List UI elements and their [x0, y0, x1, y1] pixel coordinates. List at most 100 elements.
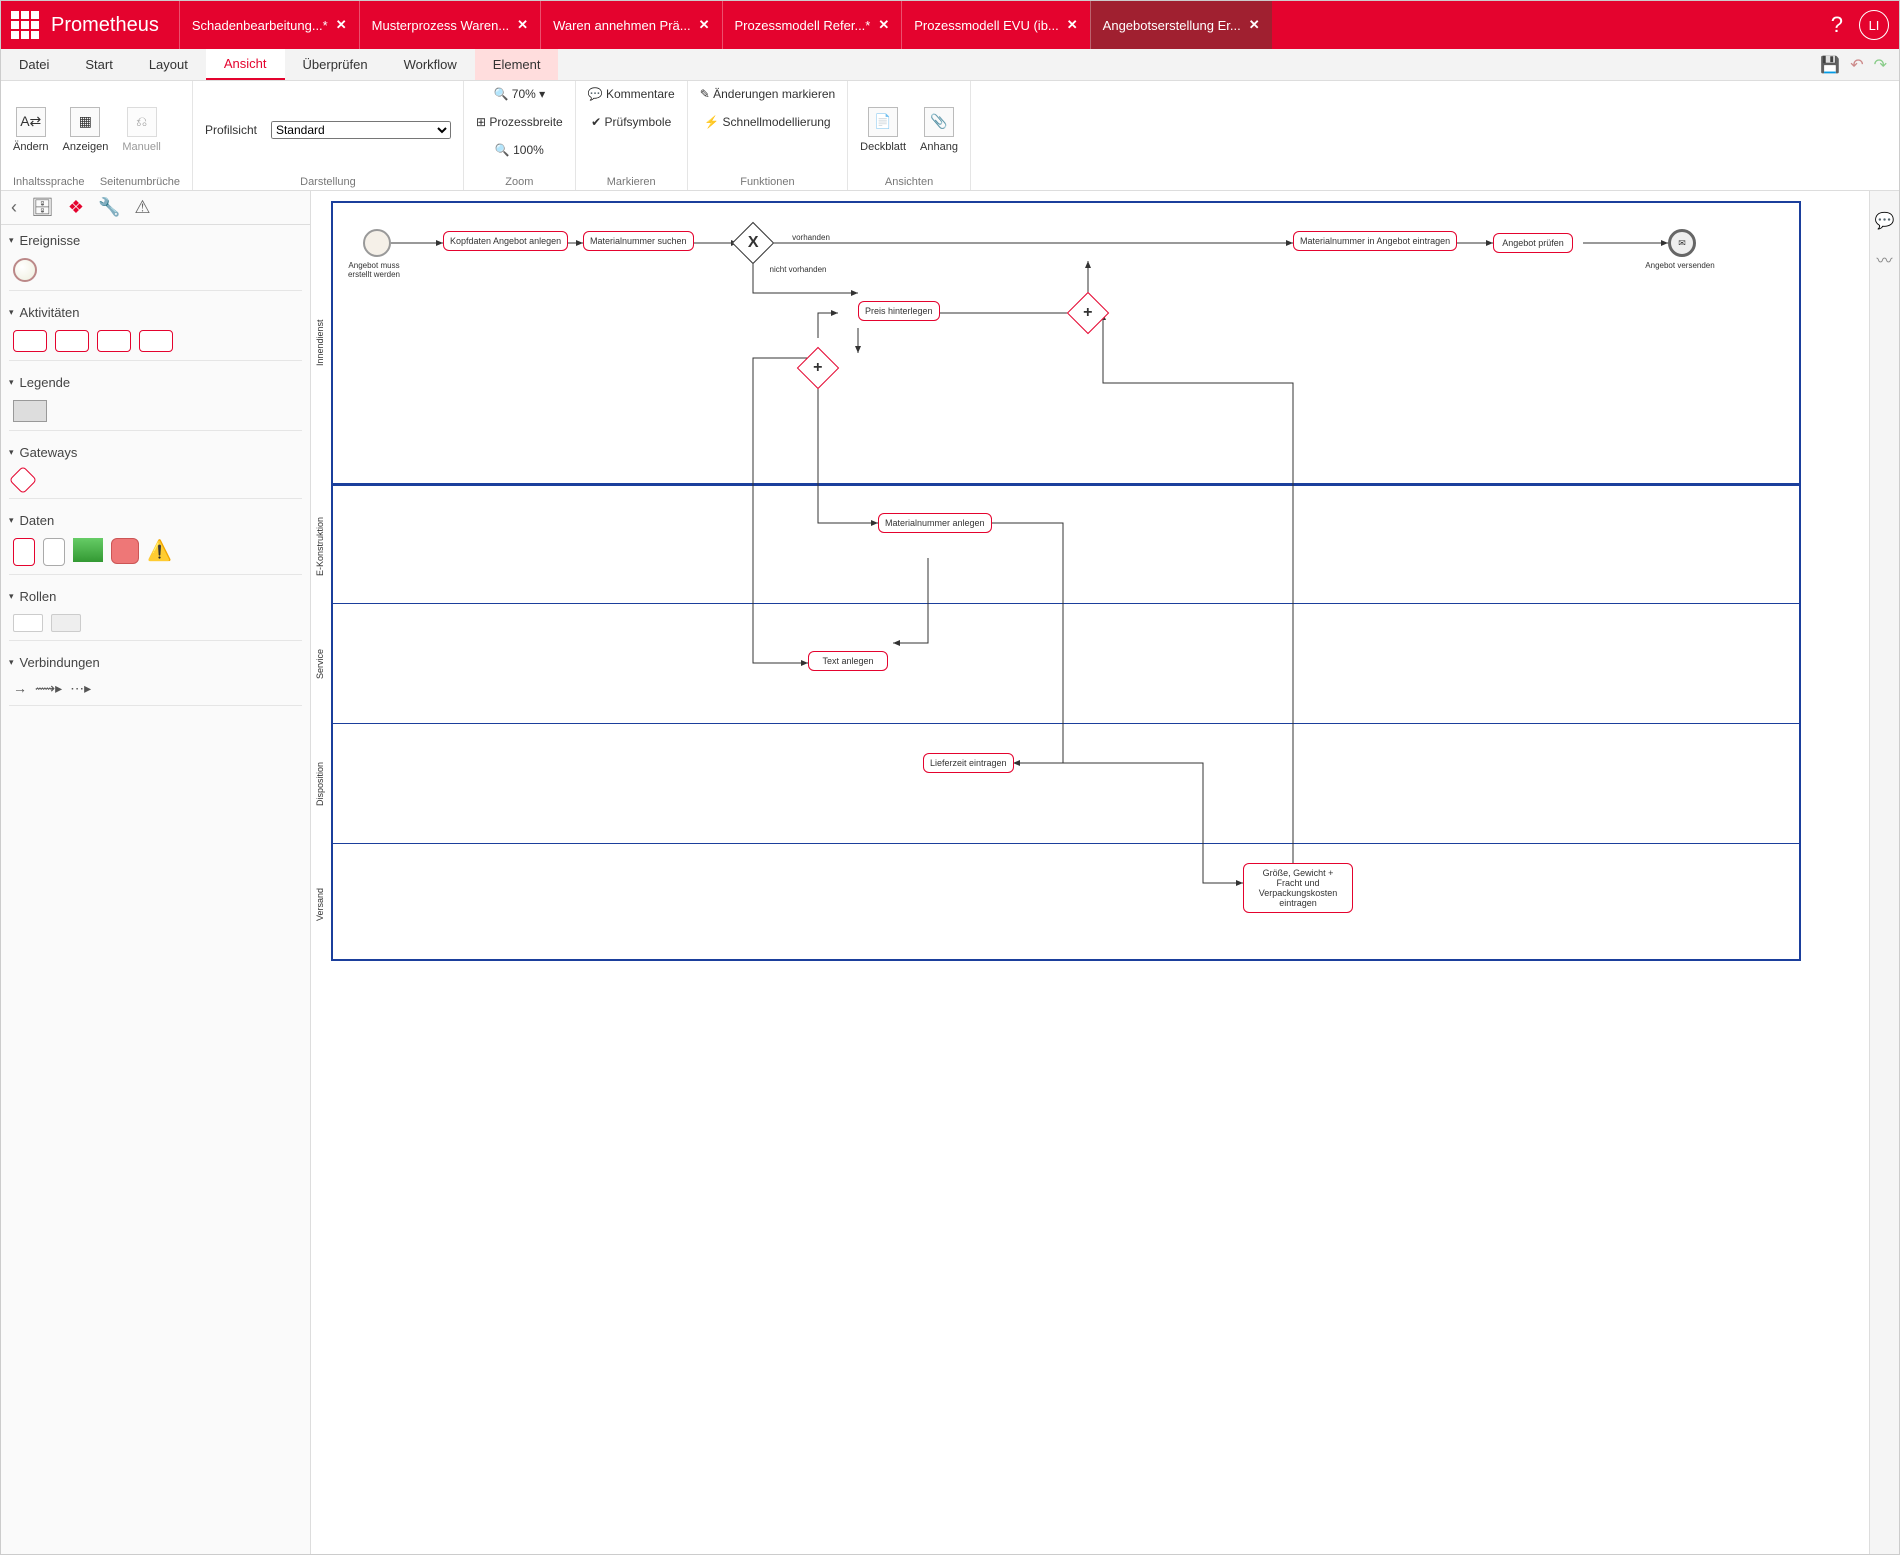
anhang-button[interactable]: 📎Anhang: [920, 107, 958, 153]
default-flow-shape[interactable]: ⟿▸: [35, 680, 62, 697]
sequence-flow-shape[interactable]: →: [13, 680, 27, 697]
role-shape[interactable]: [13, 614, 43, 632]
zoom-prozessbreite[interactable]: ⊞ Prozessbreite: [476, 115, 563, 129]
task-angebot-pruefen[interactable]: Angebot prüfen: [1493, 233, 1573, 253]
task-kopfdaten[interactable]: Kopfdaten Angebot anlegen: [443, 231, 568, 251]
chat-icon[interactable]: 💬: [1875, 211, 1895, 231]
bpmn-pool[interactable]: Angebotserstellung Ersatzteilangebot Inn…: [331, 201, 1801, 961]
image-shape[interactable]: [73, 538, 103, 562]
close-icon[interactable]: ✕: [336, 17, 347, 33]
menu-ueberpruefen[interactable]: Überprüfen: [285, 49, 386, 80]
ribbon-group-markieren: 💬 Kommentare ✔ Prüfsymbole Markieren: [576, 81, 688, 190]
aenderungen-markieren[interactable]: ✎ Änderungen markieren: [700, 87, 835, 101]
end-caption: Angebot versenden: [1645, 261, 1715, 270]
zoom-value[interactable]: 🔍 70% ▾: [494, 87, 546, 101]
manuell-button[interactable]: ⎌Manuell: [122, 107, 161, 153]
data-object-shape[interactable]: [13, 538, 35, 566]
tab-schadenbearbeitung[interactable]: Schadenbearbeitung...*✕: [179, 1, 359, 49]
task-shape[interactable]: [139, 330, 173, 352]
task-text-anlegen[interactable]: Text anlegen: [808, 651, 888, 671]
menu-workflow[interactable]: Workflow: [386, 49, 475, 80]
menubar: Datei Start Layout Ansicht Überprüfen Wo…: [1, 49, 1899, 81]
menu-datei[interactable]: Datei: [1, 49, 67, 80]
gateway-shape[interactable]: [9, 466, 37, 494]
warning-shape[interactable]: ⚠️: [147, 538, 172, 566]
user-avatar[interactable]: LI: [1859, 10, 1889, 40]
ribbon: A⇄Ändern ▦Anzeigen ⎌Manuell Inhaltssprac…: [1, 81, 1899, 191]
lane-label: Innendienst: [315, 203, 331, 483]
close-icon[interactable]: ✕: [517, 17, 528, 33]
event-shape[interactable]: [13, 258, 37, 282]
profilsicht-label: Profilsicht: [205, 123, 257, 137]
data-object-shape[interactable]: [43, 538, 65, 566]
tab-waren-annehmen[interactable]: Waren annehmen Prä...✕: [540, 1, 721, 49]
activity-icon[interactable]: 〰: [1876, 247, 1892, 271]
sidebar-tabs: ‹ 🗄 ❖ 🔧 ⚠: [1, 191, 310, 225]
ribbon-group-zoom: 🔍 70% ▾ ⊞ Prozessbreite 🔍 100% Zoom: [464, 81, 576, 190]
document-tabs: Schadenbearbeitung...*✕ Musterprozess Wa…: [179, 1, 1272, 49]
shapes-icon[interactable]: ❖: [68, 197, 84, 218]
cat-rollen: Rollen: [9, 589, 302, 641]
gw-label-nicht-vorhanden: nicht vorhanden: [763, 265, 833, 274]
wrench-icon[interactable]: 🔧: [98, 197, 120, 218]
close-icon[interactable]: ✕: [1067, 17, 1078, 33]
task-materialnummer-suchen[interactable]: Materialnummer suchen: [583, 231, 694, 251]
start-event[interactable]: [363, 229, 391, 257]
lane-label: E-Konstruktion: [315, 486, 331, 606]
end-event[interactable]: ✉: [1668, 229, 1696, 257]
cat-daten: Daten ⚠️: [9, 513, 302, 575]
database-icon[interactable]: 🗄: [31, 197, 54, 218]
redo-icon[interactable]: ↷: [1874, 55, 1887, 75]
lane-label: Disposition: [315, 724, 331, 844]
ribbon-group-sprache: A⇄Ändern ▦Anzeigen ⎌Manuell Inhaltssprac…: [1, 81, 193, 190]
undo-icon[interactable]: ↶: [1850, 55, 1863, 75]
app-name: Prometheus: [51, 14, 159, 37]
pruefsymbole-toggle[interactable]: ✔ Prüfsymbole: [591, 115, 671, 129]
lane-label: Service: [315, 604, 331, 724]
close-icon[interactable]: ✕: [699, 17, 710, 33]
menu-element[interactable]: Element: [475, 49, 559, 80]
chevron-left-icon[interactable]: ‹: [11, 197, 17, 218]
task-materialnummer-eintragen[interactable]: Materialnummer in Angebot eintragen: [1293, 231, 1457, 251]
canvas[interactable]: Angebotserstellung Ersatzteilangebot Inn…: [311, 191, 1869, 1554]
help-button[interactable]: ?: [1831, 12, 1843, 38]
tab-angebotserstellung[interactable]: Angebotserstellung Er...✕: [1090, 1, 1272, 49]
kommentare-toggle[interactable]: 💬 Kommentare: [588, 87, 675, 101]
profilsicht-select[interactable]: Standard: [271, 121, 451, 139]
tab-prozessmodell-evu[interactable]: Prozessmodell EVU (ib...✕: [901, 1, 1089, 49]
close-icon[interactable]: ✕: [1249, 17, 1260, 33]
zoom-100[interactable]: 🔍 100%: [495, 143, 544, 157]
schnellmodellierung[interactable]: ⚡ Schnellmodellierung: [704, 115, 830, 129]
role-shape[interactable]: [51, 614, 81, 632]
tab-prozessmodell-refer[interactable]: Prozessmodell Refer...*✕: [722, 1, 902, 49]
deckblatt-button[interactable]: 📄Deckblatt: [860, 107, 906, 153]
menu-layout[interactable]: Layout: [131, 49, 206, 80]
task-shape[interactable]: [55, 330, 89, 352]
task-shape[interactable]: [97, 330, 131, 352]
datastore-shape[interactable]: [111, 538, 139, 564]
close-icon[interactable]: ✕: [878, 17, 889, 33]
menu-ansicht[interactable]: Ansicht: [206, 49, 285, 80]
titlebar: Prometheus Schadenbearbeitung...*✕ Muste…: [1, 1, 1899, 49]
task-preis[interactable]: Preis hinterlegen: [858, 301, 940, 321]
warning-icon[interactable]: ⚠: [134, 197, 150, 218]
pool-label: Angebotserstellung Ersatzteilangebot: [311, 203, 313, 959]
save-icon[interactable]: 💾: [1820, 55, 1840, 75]
task-versandkosten[interactable]: Größe, Gewicht + Fracht und Verpackungsk…: [1243, 863, 1353, 913]
task-shape[interactable]: [13, 330, 47, 352]
tab-musterprozess[interactable]: Musterprozess Waren...✕: [359, 1, 540, 49]
task-materialnummer-anlegen[interactable]: Materialnummer anlegen: [878, 513, 992, 533]
anzeigen-button[interactable]: ▦Anzeigen: [62, 107, 108, 153]
lane-label: Versand: [315, 844, 331, 964]
cat-gateways: Gateways: [9, 445, 302, 499]
cat-verbindungen: Verbindungen → ⟿▸ ⋯▸: [9, 655, 302, 706]
titlebar-right: ? LI: [1831, 10, 1889, 40]
aendern-button[interactable]: A⇄Ändern: [13, 107, 48, 153]
menu-start[interactable]: Start: [67, 49, 130, 80]
legend-shape[interactable]: [13, 400, 47, 422]
gw-label-vorhanden: vorhanden: [781, 233, 841, 242]
message-flow-shape[interactable]: ⋯▸: [70, 680, 91, 697]
shape-palette: Ereignisse Aktivitäten Legende: [1, 225, 310, 1554]
menubar-right: 💾 ↶ ↷: [1820, 49, 1899, 80]
task-lieferzeit[interactable]: Lieferzeit eintragen: [923, 753, 1014, 773]
